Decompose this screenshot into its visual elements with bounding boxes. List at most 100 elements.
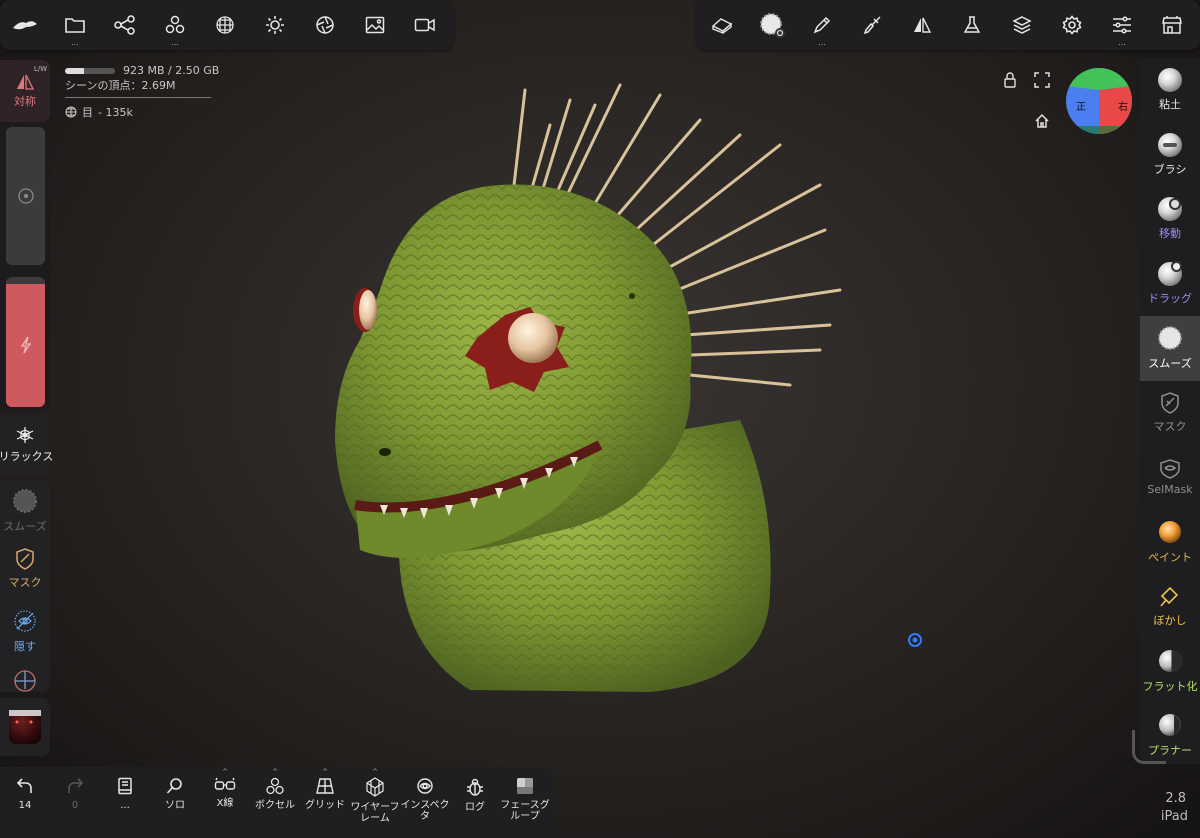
bottom-facegroup-button[interactable]: フェースグループ [500,767,550,838]
symmetry-icon[interactable] [897,0,947,50]
left-hide-button[interactable]: 隠す [0,608,50,668]
right-tool-brush[interactable]: ブラシ [1140,123,1200,188]
book-icon [117,777,133,795]
shop-icon[interactable] [1147,0,1197,50]
bottom-button-label: フェースグループ [500,800,550,822]
right-tool-label: マスク [1153,419,1187,433]
flask-icon[interactable] [947,0,997,50]
pivot-point-icon[interactable] [908,633,922,647]
memory-bar-fill [65,67,84,74]
right-tool-mask[interactable]: マスク [1140,381,1200,446]
top-left-toolbar: ... ... [0,0,453,50]
nomad-logo-icon[interactable] [0,0,50,50]
move-icon [1158,197,1182,222]
select-mask-icon [1159,458,1181,479]
clay-brush-icon [1158,68,1182,93]
right-tool-label: 移動 [1159,227,1181,241]
relax-label: リラックス [0,450,54,463]
aperture-icon[interactable] [300,0,350,50]
image-icon[interactable] [350,0,400,50]
smooth-icon [1157,325,1183,351]
intensity-slider[interactable] [6,277,45,407]
top-right-toolbar: ... ... [697,0,1200,50]
bottom-voxel-button[interactable]: ^ ボクセル [250,767,300,838]
material-thumbnail [9,710,41,744]
grid-icon [315,777,335,795]
smooth-brush-icon[interactable] [747,0,797,50]
home-view-icon[interactable] [1034,113,1050,129]
bottom-button-label: 0 [71,800,79,811]
bottom-book-button[interactable]: ... [100,767,150,838]
bottom-search-button[interactable]: ソロ [150,767,200,838]
right-tool-clay-brush[interactable]: 粘土 [1140,58,1200,123]
sliders-icon[interactable]: ... [1097,0,1147,50]
left-smooth-button[interactable]: スムーズ [0,488,50,548]
pen-icon[interactable]: ... [797,0,847,50]
bottom-wireframe-button[interactable]: ^ ワイヤーフレーム [350,767,400,838]
video-camera-icon[interactable] [400,0,450,50]
left-hide-label: 隠す [14,640,36,653]
object-name: 目 [82,106,93,119]
layers-icon[interactable] [997,0,1047,50]
radius-slider[interactable] [6,127,45,265]
bottom-button-label: ソロ [165,800,185,811]
bottom-undo-button[interactable]: 14 [0,767,50,838]
selected-object-row[interactable]: 目 - 135k [65,104,219,120]
right-tool-select-mask[interactable]: SelMask [1140,445,1200,510]
symmetry-mode-badge: L/W [33,65,47,73]
memory-text: 923 MB / 2.50 GB [123,64,220,77]
right-tool-smooth[interactable]: スムーズ [1140,316,1200,381]
bottom-bug-button[interactable]: ログ [450,767,500,838]
topology-sphere-icon[interactable] [200,0,250,50]
stats-divider [65,97,211,98]
brush-sliders [0,125,50,410]
paint-icon [1157,519,1183,545]
bottom-button-label: ボクセル [255,800,295,811]
lock-camera-icon[interactable] [1003,72,1017,88]
memory-row: 923 MB / 2.50 GB [65,64,219,77]
bug-icon [466,777,484,797]
relax-button[interactable]: リラックス [0,415,54,475]
mask-shield-icon [16,548,34,570]
bottom-button-label: グリッド [305,800,345,811]
eraser-icon[interactable] [697,0,747,50]
fullscreen-icon[interactable] [1034,72,1050,88]
right-tool-label: ぼかし [1153,614,1187,628]
symmetry-toggle[interactable]: L/W 対称 [0,60,50,122]
left-mask-button[interactable]: マスク [0,548,50,608]
panel-resize-handle[interactable] [1132,730,1166,764]
gear-icon[interactable] [1047,0,1097,50]
add-shapes-icon[interactable]: ... [150,0,200,50]
folder-icon[interactable]: ... [50,0,100,50]
wireframe-icon [365,777,385,797]
symmetry-label: 対称 [14,94,36,108]
interface-menu-dots: ... [1118,38,1126,47]
right-tool-flatten[interactable]: フラット化 [1140,639,1200,704]
right-tool-label: SelMask [1147,482,1193,496]
right-tool-paint[interactable]: ペイント [1140,510,1200,575]
sculpt-model-lizard-head[interactable] [320,80,860,700]
sun-icon[interactable] [250,0,300,50]
inspector-icon [415,777,435,795]
bottom-inspector-button[interactable]: インスペクタ [400,767,450,838]
right-tool-blur[interactable]: ぼかし [1140,574,1200,639]
bottom-redo-button[interactable]: 0 [50,767,100,838]
scene-graph-icon[interactable] [100,0,150,50]
bottom-glasses-button[interactable]: ^ X線 [200,767,250,838]
bottom-button-label: X線 [216,798,234,809]
paint-brush-icon[interactable] [847,0,897,50]
bottom-grid-button[interactable]: ^ グリッド [300,767,350,838]
right-tool-move[interactable]: 移動 [1140,187,1200,252]
lightning-icon [20,336,31,354]
hide-icon [14,610,36,632]
left-gizmo-button[interactable] [0,668,50,692]
left-tool-stack: スムーズ マスク 隠す [0,480,50,692]
memory-bar [65,67,115,74]
right-tool-label: 粘土 [1159,98,1181,112]
right-tool-drag[interactable]: ドラッグ [1140,252,1200,317]
blur-icon [1158,584,1182,608]
mask-icon [1160,391,1180,414]
material-preview[interactable] [0,698,50,756]
navigation-cube[interactable]: 正 右 [1066,68,1132,134]
left-mask-label: マスク [8,576,42,589]
